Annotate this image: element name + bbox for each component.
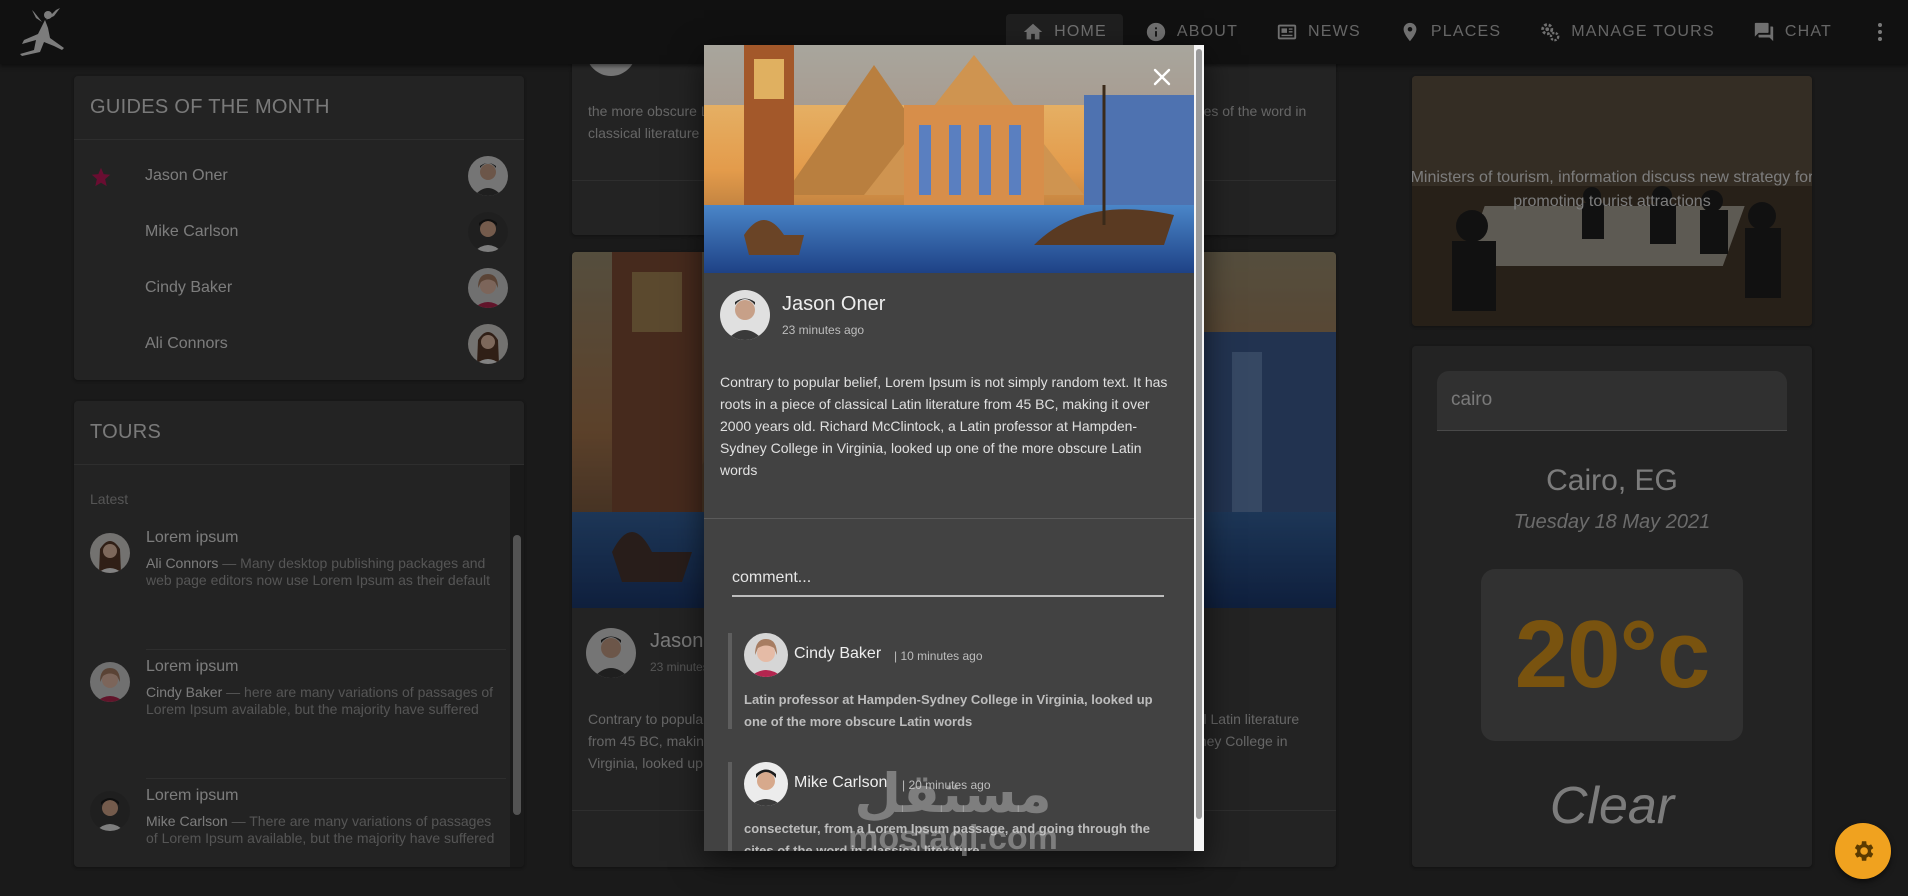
avatar	[720, 290, 770, 340]
watermark-latin: mostaql.com	[848, 819, 1058, 857]
comment-text: Latin professor at Hampden-Sydney Colleg…	[744, 692, 1153, 729]
dialog-scroll-thumb[interactable]	[1196, 49, 1202, 819]
watermark-arabic: مستقل	[854, 762, 1052, 825]
avatar	[744, 762, 788, 806]
post-time: 23 minutes ago	[782, 323, 865, 337]
divider	[704, 518, 1194, 519]
post-author: Jason Oner	[782, 293, 886, 315]
avatar	[744, 633, 788, 677]
comment-author: Cindy Baker	[794, 645, 882, 662]
comment-input[interactable]: comment...	[732, 565, 1164, 597]
post-dialog: Jason Oner 23 minutes ago Contrary to po…	[704, 45, 1204, 851]
post-body: Contrary to popular belief, Lorem Ipsum …	[720, 374, 1168, 478]
settings-fab-button[interactable]	[1835, 823, 1891, 879]
dialog-scrollbar[interactable]	[1194, 45, 1204, 851]
close-icon[interactable]	[1148, 63, 1176, 91]
egypt-painting-image	[704, 45, 1194, 273]
watermark: مستقل mostaql.com	[838, 762, 1068, 858]
comment-time: | 10 minutes ago	[894, 649, 983, 663]
comment-item: Cindy Baker | 10 minutes ago Latin profe…	[728, 633, 1172, 729]
gear-icon	[1854, 841, 1874, 861]
